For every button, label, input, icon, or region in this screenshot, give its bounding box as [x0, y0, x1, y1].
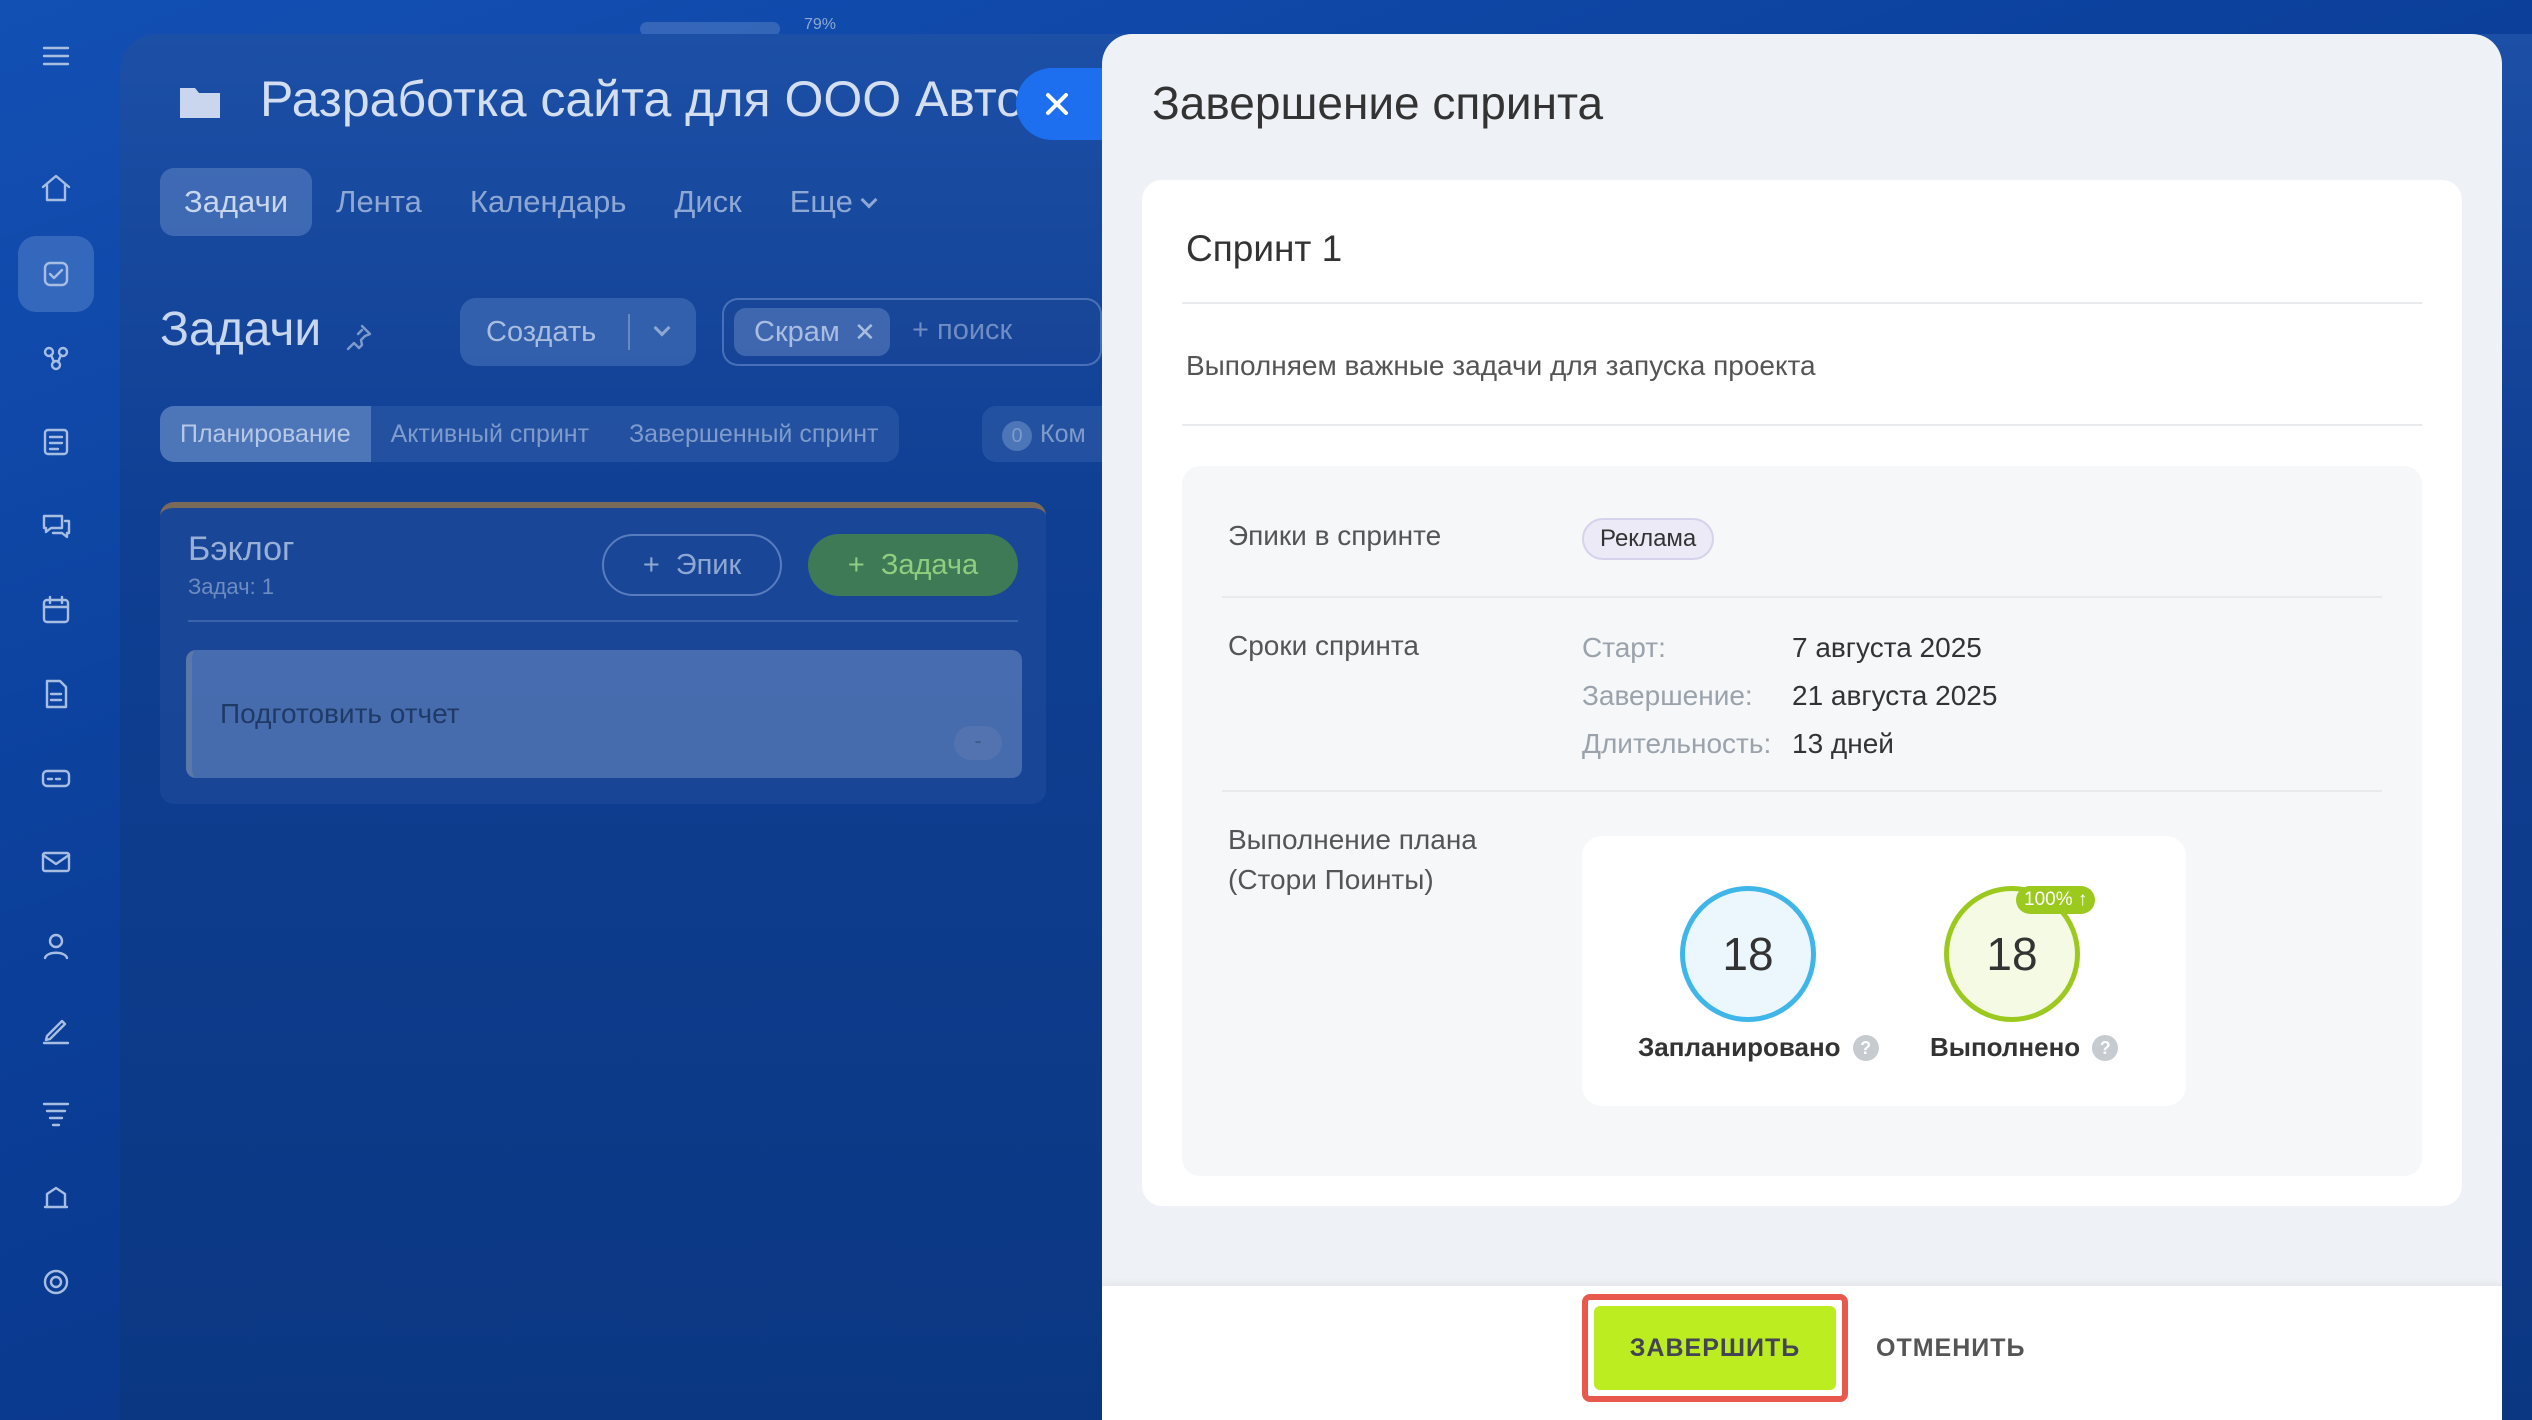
chat-icon[interactable] [36, 506, 76, 546]
epic-tag[interactable]: Реклама [1582, 518, 1715, 560]
panel-footer: ЗАВЕРШИТЬ ОТМЕНИТЬ [1102, 1286, 2502, 1420]
create-button-label: Создать [486, 315, 597, 348]
close-icon [1046, 93, 1068, 115]
project-tabs: Задачи Лента Календарь Диск Еще [160, 168, 899, 236]
done-percent-badge: 100% ↑ [2016, 886, 2096, 914]
home-icon[interactable] [36, 168, 76, 208]
zoom-label: 79% [804, 16, 837, 33]
tab-more-label: Еще [789, 184, 853, 219]
story-points-badge[interactable]: - [954, 726, 1002, 760]
sprint-name: Спринт 1 [1186, 228, 1343, 269]
crm-icon[interactable] [36, 338, 76, 378]
tab-more[interactable]: Еще [766, 168, 899, 236]
cancel-button[interactable]: ОТМЕНИТЬ [1862, 1306, 2039, 1390]
tab-active-sprint[interactable]: Активный спринт [371, 406, 609, 462]
feed-icon[interactable] [36, 422, 76, 462]
create-button[interactable]: Создать [460, 298, 696, 366]
store-icon[interactable] [36, 1178, 76, 1218]
chevron-down-icon[interactable] [653, 319, 671, 337]
tab-planning[interactable]: Планирование [160, 406, 371, 462]
documents-icon[interactable] [36, 674, 76, 714]
divider [628, 314, 630, 350]
add-epic-button[interactable]: + Эпик [602, 534, 782, 596]
menu-icon[interactable] [36, 36, 76, 76]
view-switcher: Планирование Активный спринт Завершенный… [160, 406, 899, 462]
calendar-icon[interactable] [36, 590, 76, 630]
close-icon[interactable]: ✕ [854, 308, 876, 356]
dates-label: Сроки спринта [1228, 630, 1419, 661]
add-epic-label: Эпик [675, 548, 742, 581]
planned-label: Запланировано [1638, 1032, 1841, 1062]
folder-icon [180, 88, 220, 118]
add-task-button[interactable]: + Задача [808, 534, 1018, 596]
comments-filter-label: Ком [1040, 420, 1086, 448]
sprint-card: Спринт 1 Выполняем важные задачи для зап… [1142, 180, 2462, 1206]
tasks-icon[interactable] [36, 254, 76, 294]
close-panel-button[interactable] [1016, 68, 1108, 140]
plus-icon: + [642, 548, 660, 581]
filter-chip-label: Скрам [754, 316, 840, 348]
drive-icon[interactable] [36, 758, 76, 798]
mail-icon[interactable] [36, 842, 76, 882]
done-label: Выполнено [1930, 1032, 2081, 1062]
divider [1182, 424, 2422, 426]
divider [1222, 790, 2382, 792]
sprint-details: Эпики в спринте Реклама Сроки спринта Ст… [1182, 466, 2422, 1176]
filter-chip-scrum[interactable]: Скрам ✕ [734, 308, 890, 356]
funnel-icon[interactable] [36, 1094, 76, 1134]
help-icon[interactable]: ? [1852, 1035, 1879, 1061]
backlog-panel: Бэклог Задач: 1 + Эпик + Задача Подготовит… [160, 502, 1046, 804]
start-value: 7 августа 2025 [1792, 632, 1982, 663]
done-stat: Выполнено? [1930, 1032, 2119, 1063]
count-badge: 0 [1002, 421, 1032, 451]
plan-label-line1: Выполнение плана [1228, 824, 1477, 855]
chevron-down-icon [860, 191, 878, 209]
backlog-count: Задач: 1 [188, 574, 275, 599]
end-key: Завершение: [1582, 680, 1753, 711]
start-key: Старт: [1582, 632, 1666, 663]
duration-key: Длительность: [1582, 728, 1772, 759]
duration-value: 13 дней [1792, 728, 1894, 759]
tab-calendar[interactable]: Календарь [446, 168, 650, 236]
left-sidebar [0, 0, 112, 1420]
add-task-label: Задача [880, 548, 979, 581]
story-points-stats: 18 18 100% ↑ Запланировано? Выполнено? [1582, 836, 2186, 1106]
backlog-title: Бэклог [188, 530, 295, 568]
settings-icon[interactable] [36, 1262, 76, 1302]
help-icon[interactable]: ? [2092, 1035, 2119, 1061]
plan-label-line2: (Стори Поинты) [1228, 864, 1434, 895]
tab-drive[interactable]: Диск [650, 168, 765, 236]
page-heading: Задачи [160, 303, 322, 356]
search-placeholder: + поиск [912, 314, 1013, 346]
finish-sprint-button[interactable]: ЗАВЕРШИТЬ [1594, 1306, 1836, 1390]
epics-label: Эпики в спринте [1228, 520, 1442, 551]
divider [188, 620, 1018, 622]
sprint-description: Выполняем важные задачи для запуска прое… [1186, 350, 1816, 381]
tab-feed[interactable]: Лента [312, 168, 446, 236]
sign-icon[interactable] [36, 1010, 76, 1050]
complete-sprint-panel: Завершение спринта Спринт 1 Выполняем ва… [1102, 34, 2502, 1420]
divider [1182, 302, 2422, 304]
employees-icon[interactable] [36, 926, 76, 966]
planned-value: 18 [1680, 886, 1816, 1022]
planned-stat: Запланировано? [1638, 1032, 1879, 1063]
panel-title: Завершение спринта [1152, 77, 1604, 129]
plus-icon: + [847, 548, 865, 581]
tab-tasks[interactable]: Задачи [160, 168, 313, 236]
list-item[interactable]: Подготовить отчет - [186, 650, 1022, 778]
end-value: 21 августа 2025 [1792, 680, 1998, 711]
tab-completed-sprint[interactable]: Завершенный спринт [609, 406, 898, 462]
pin-icon[interactable] [344, 322, 374, 352]
task-title: Подготовить отчет [220, 698, 460, 729]
project-title: Разработка сайта для ООО Авто [260, 71, 1025, 127]
divider [1222, 596, 2382, 598]
